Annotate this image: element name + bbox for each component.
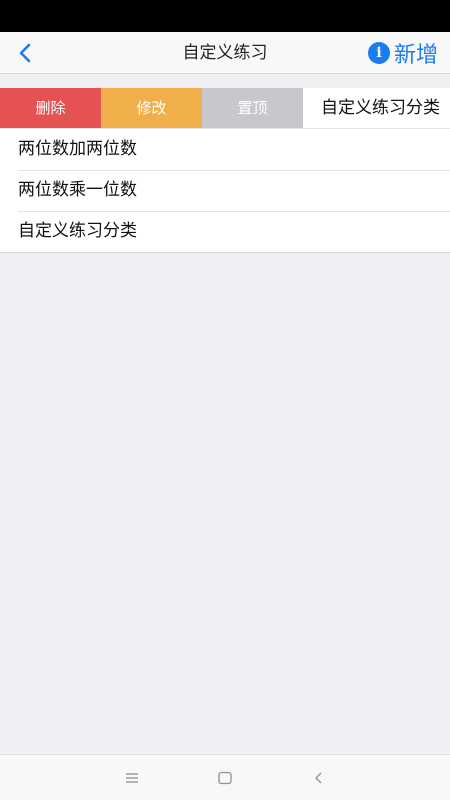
list-item[interactable]: 自定义练习分类 bbox=[0, 211, 450, 252]
menu-button[interactable] bbox=[119, 765, 145, 791]
home-square-icon bbox=[218, 771, 232, 785]
info-icon: i bbox=[367, 42, 390, 64]
chevron-left-icon bbox=[19, 43, 31, 63]
navigation-bar: 自定义练习 i 新增 bbox=[0, 32, 450, 74]
home-button[interactable] bbox=[212, 765, 238, 791]
status-bar bbox=[0, 0, 450, 32]
delete-button[interactable]: 删除 bbox=[0, 88, 101, 128]
info-icon-glyph: i bbox=[376, 45, 382, 61]
system-back-button[interactable] bbox=[306, 765, 332, 791]
swipe-actions: 删除 修改 置顶 bbox=[0, 88, 303, 128]
system-navigation-bar bbox=[0, 754, 450, 800]
add-button-label: 新增 bbox=[393, 43, 438, 68]
swiped-item-label[interactable]: 自定义练习分类 bbox=[303, 88, 450, 128]
exercise-list: 删除 修改 置顶 自定义练习分类 两位数加两位数 两位数乘一位数 自定义练习分类 bbox=[0, 88, 450, 253]
swiped-list-item[interactable]: 删除 修改 置顶 自定义练习分类 bbox=[0, 88, 450, 129]
pin-to-top-button[interactable]: 置顶 bbox=[202, 88, 303, 128]
list-item[interactable]: 两位数加两位数 bbox=[0, 129, 450, 170]
back-arrow-icon bbox=[315, 772, 322, 784]
menu-icon bbox=[126, 773, 138, 783]
edit-button[interactable]: 修改 bbox=[101, 88, 202, 128]
list-item[interactable]: 两位数乘一位数 bbox=[0, 170, 450, 211]
back-button[interactable] bbox=[14, 41, 38, 65]
add-button[interactable]: i 新增 bbox=[367, 32, 438, 74]
